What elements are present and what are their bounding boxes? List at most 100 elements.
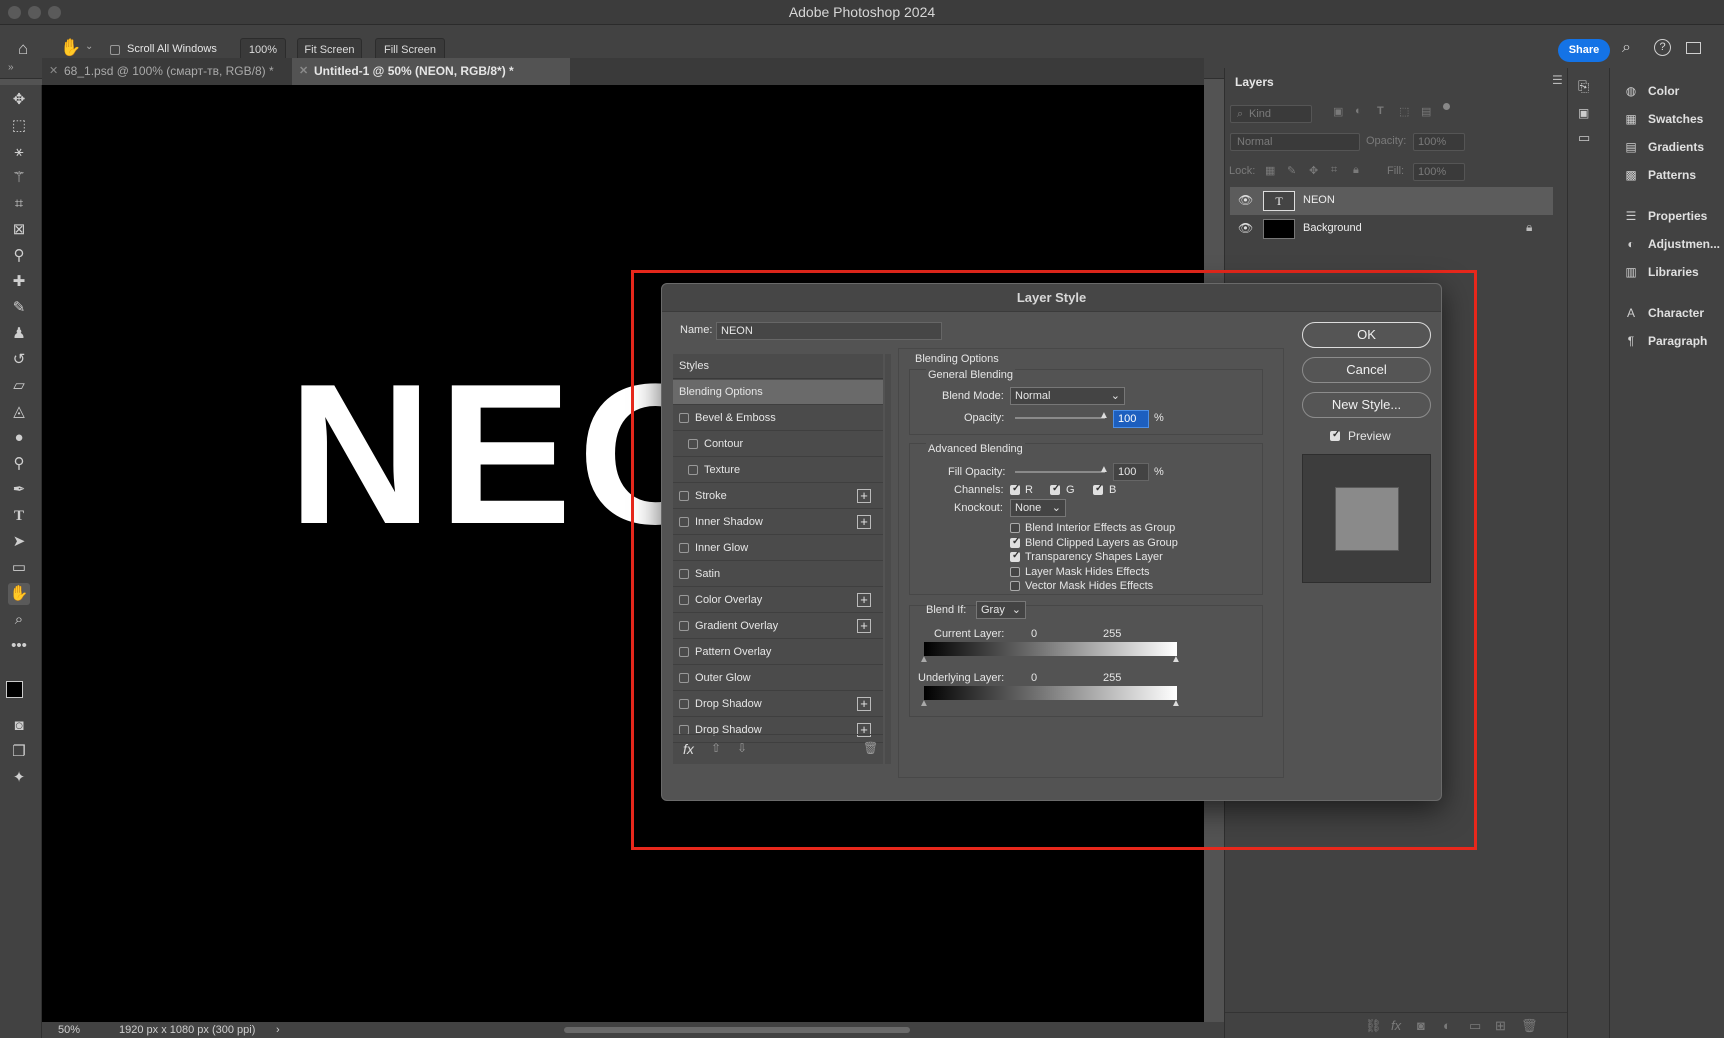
style-checkbox[interactable] [688, 465, 698, 475]
screen-mode-icon[interactable]: ❐ [8, 741, 30, 763]
lock-icon[interactable]: 🔒︎ [1526, 220, 1532, 235]
type-tool-icon[interactable]: T [8, 505, 30, 527]
stamp-tool-icon[interactable]: ♟ [8, 323, 30, 345]
comments-panel-icon[interactable]: ▭ [1578, 130, 1590, 146]
layers-panel-title[interactable]: Layers [1235, 75, 1274, 89]
style-checkbox[interactable] [679, 673, 689, 683]
libraries-panel-tab[interactable]: ▥ Libraries [1622, 261, 1698, 283]
layer-opacity-input[interactable]: 100% [1413, 133, 1465, 151]
new-group-icon[interactable]: ▭ [1469, 1018, 1481, 1034]
adv-option-checkbox[interactable] [1010, 550, 1020, 563]
layer-row-background[interactable]: 👁︎ Background 🔒︎ [1230, 215, 1553, 243]
layer-blend-mode-select[interactable]: Normal [1230, 133, 1360, 151]
properties-panel-tab[interactable]: ☰ Properties [1622, 205, 1708, 227]
object-selection-tool-icon[interactable]: ⚹ [8, 141, 30, 163]
style-checkbox[interactable] [679, 595, 689, 605]
add-effect-plus-icon[interactable]: + [857, 697, 871, 711]
fill-opacity-slider-thumb[interactable]: ▲ [1099, 464, 1109, 475]
blur-tool-icon[interactable]: ● [8, 427, 30, 449]
style-row-inner-shadow[interactable]: Inner Shadow + [673, 510, 883, 535]
add-effect-plus-icon[interactable]: + [857, 515, 871, 529]
tool-preset-chevron-icon[interactable]: ⌄ [85, 41, 93, 52]
color-panel-tab[interactable]: ◍ Color [1622, 80, 1680, 102]
style-row-texture[interactable]: Texture [673, 458, 883, 483]
new-layer-icon[interactable]: ⊞ [1495, 1018, 1506, 1034]
style-row-pattern-overlay[interactable]: Pattern Overlay [673, 640, 883, 665]
eraser-tool-icon[interactable]: ▱ [8, 375, 30, 397]
filter-kind-select[interactable]: ⌕ Kind [1230, 105, 1312, 123]
style-checkbox[interactable] [679, 517, 689, 527]
fx-icon[interactable]: fx [683, 741, 694, 757]
status-chevron-icon[interactable]: › [276, 1022, 280, 1038]
add-effect-plus-icon[interactable]: + [857, 619, 871, 633]
knockout-select[interactable]: None ⌄ [1010, 499, 1066, 517]
patterns-panel-tab[interactable]: ▩ Patterns [1622, 164, 1696, 186]
adv-option-checkbox[interactable] [1010, 581, 1020, 592]
tab-68-1-psd[interactable]: ✕ 68_1.psd @ 100% (смарт-тв, RGB/8) * [42, 58, 292, 85]
eyedropper-tool-icon[interactable]: ⚲ [8, 245, 30, 267]
cancel-button[interactable]: Cancel [1302, 357, 1431, 383]
path-selection-tool-icon[interactable]: ➤ [8, 531, 30, 553]
pen-tool-icon[interactable]: ✒ [8, 479, 30, 501]
minimize-window-button[interactable] [28, 6, 41, 19]
move-up-icon[interactable]: ⇧ [711, 741, 721, 755]
close-tab-icon[interactable]: ✕ [299, 58, 308, 85]
filter-pixel-icon[interactable]: ▣ [1333, 105, 1343, 118]
help-icon[interactable]: ? [1654, 39, 1671, 56]
frame-tool-icon[interactable]: ⊠ [8, 219, 30, 241]
style-row-drop-shadow[interactable]: Drop Shadow + [673, 692, 883, 717]
add-effect-plus-icon[interactable]: + [857, 593, 871, 607]
character-panel-tab[interactable]: A Character [1622, 302, 1704, 324]
style-checkbox[interactable] [679, 647, 689, 657]
opacity-slider-track[interactable] [1015, 417, 1105, 419]
style-checkbox[interactable] [679, 569, 689, 579]
fill-opacity-slider-track[interactable] [1015, 471, 1105, 473]
adv-option-checkbox[interactable] [1010, 523, 1020, 533]
dialog-title[interactable]: Layer Style [662, 284, 1441, 312]
lock-position-icon[interactable]: ✥ [1309, 164, 1318, 177]
dodge-tool-icon[interactable]: ⚲ [8, 453, 30, 475]
home-icon[interactable]: ⌂ [18, 39, 28, 59]
current-layer-white-slider[interactable]: ▲ [1171, 654, 1181, 665]
ok-button[interactable]: OK [1302, 322, 1431, 348]
style-checkbox[interactable] [679, 491, 689, 501]
style-checkbox[interactable] [688, 439, 698, 449]
filter-type-icon[interactable]: T [1377, 105, 1384, 117]
style-checkbox[interactable] [679, 543, 689, 553]
style-row-outer-glow[interactable]: Outer Glow [673, 666, 883, 691]
filter-toggle-icon[interactable] [1443, 103, 1450, 110]
style-checkbox[interactable] [679, 621, 689, 631]
style-checkbox[interactable] [679, 699, 689, 709]
foreground-color-swatch[interactable] [6, 681, 23, 698]
move-down-icon[interactable]: ⇩ [737, 741, 747, 755]
style-row-bevel-emboss[interactable]: Bevel & Emboss [673, 406, 883, 431]
style-row-blending-options[interactable]: Blending Options [673, 380, 883, 405]
style-row-gradient-overlay[interactable]: Gradient Overlay + [673, 614, 883, 639]
underlying-layer-gradient[interactable] [924, 686, 1177, 700]
add-layer-style-icon[interactable]: fx [1391, 1018, 1401, 1033]
history-brush-tool-icon[interactable]: ↺ [8, 349, 30, 371]
zoom-level[interactable]: 50% [58, 1022, 80, 1038]
quick-mask-icon[interactable]: ◙ [8, 715, 30, 737]
lock-all-icon[interactable]: 🔒︎ [1353, 164, 1359, 177]
zoom-tool-icon[interactable]: ⌕ [8, 609, 30, 631]
hand-tool-icon[interactable]: ✋ [8, 583, 30, 605]
styles-scrollbar[interactable] [885, 354, 891, 764]
new-style-button[interactable]: New Style... [1302, 392, 1431, 418]
hand-tool-icon[interactable]: ✋ [60, 38, 81, 58]
tab-untitled-1[interactable]: ✕ Untitled-1 @ 50% (NEON, RGB/8*) * [292, 58, 570, 85]
name-input[interactable]: NEON [716, 322, 942, 340]
opacity-slider-thumb[interactable]: ▲ [1099, 410, 1109, 421]
rectangle-tool-icon[interactable]: ▭ [8, 557, 30, 579]
gradients-panel-tab[interactable]: ▤ Gradients [1622, 136, 1704, 158]
layer-name[interactable]: Background [1303, 222, 1362, 234]
underlying-layer-black-slider[interactable]: ▲ [919, 698, 929, 709]
swatches-panel-tab[interactable]: ▦ Swatches [1622, 108, 1703, 130]
panel-menu-icon[interactable]: ☰ [1552, 73, 1563, 87]
horizontal-scrollbar[interactable] [564, 1027, 910, 1033]
opacity-input[interactable]: 100 [1113, 410, 1149, 428]
adv-option-checkbox[interactable] [1010, 536, 1020, 548]
style-row-contour[interactable]: Contour [673, 432, 883, 457]
brush-tool-icon[interactable]: ✎ [8, 297, 30, 319]
fill-opacity-input[interactable]: 100 [1113, 463, 1149, 481]
